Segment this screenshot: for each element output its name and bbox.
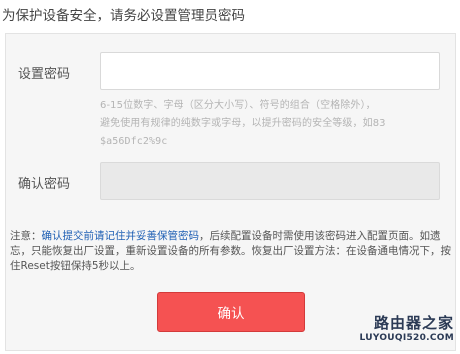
notice-prefix: 注意： [10, 230, 42, 242]
site-watermark: 路由器之家 LUYOUQI520.COM [346, 312, 458, 352]
confirm-button[interactable]: 确认 [157, 292, 305, 332]
watermark-url: LUYOUQI520.COM [359, 333, 454, 343]
password-hint-line: 避免使用有规律的纯数字或字母，以提升密码的安全等级，如83 [100, 118, 386, 129]
confirm-password-input[interactable] [100, 162, 440, 200]
watermark-title: 路由器之家 [373, 314, 454, 332]
password-hint: 6-15位数字、字母（区分大小写）、符号的组合（空格除外）， 避免使用有规律的纯… [100, 97, 448, 151]
notice-text: 注意：确认提交前请记住并妥善保管密码，后续配置设备时需使用该密码进入配置页面。如… [10, 229, 452, 274]
password-hint-example: $a56Dfc2%9c [100, 136, 168, 147]
password-setup-panel: 设置密码 6-15位数字、字母（区分大小写）、符号的组合（空格除外）， 避免使用… [5, 33, 456, 351]
password-hint-line: 6-15位数字、字母（区分大小写）、符号的组合（空格除外）， [100, 100, 376, 111]
notice-highlight: 确认提交前请记住并妥善保管密码 [41, 230, 200, 242]
page-heading: 为保护设备安全，请务必设置管理员密码 [2, 8, 245, 24]
password-input[interactable] [100, 52, 440, 90]
password-label: 设置密码 [18, 67, 71, 82]
confirm-password-label: 确认密码 [18, 177, 71, 192]
